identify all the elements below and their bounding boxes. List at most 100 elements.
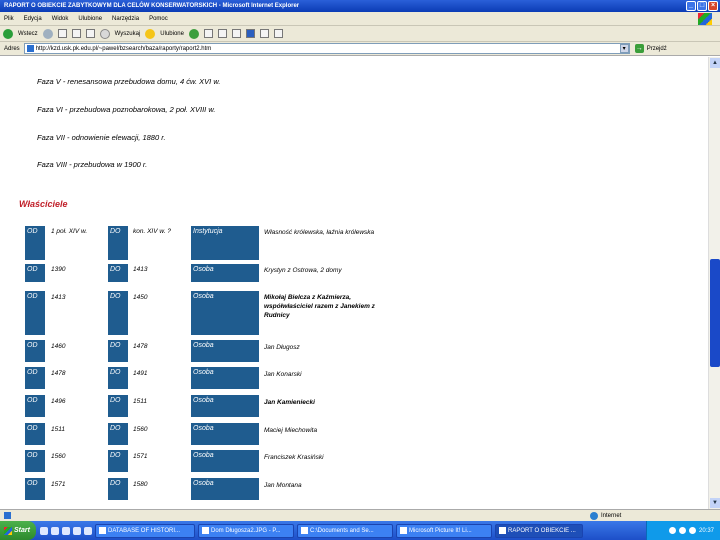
window-icon — [99, 527, 106, 534]
od-label: OD — [25, 367, 45, 389]
od-label: OD — [25, 423, 45, 445]
menu-tools[interactable]: Narzędzia — [112, 16, 139, 22]
address-input[interactable]: http://kzd.usk.pk.edu.pl/~pawel/bzsearch… — [23, 43, 630, 54]
taskbar-item-label: DATABASE OF HISTORI... — [108, 527, 181, 534]
tray-icon[interactable] — [678, 527, 686, 534]
zone-label: Internet — [601, 512, 622, 519]
tray-icon[interactable] — [668, 527, 676, 534]
maximize-button[interactable]: □ — [697, 1, 707, 11]
print-icon[interactable] — [231, 29, 241, 38]
browser-window: RAPORT O OBIEKCIE ZABYTKOWYM DLA CELÓW K… — [0, 0, 720, 540]
do-label: DO — [108, 291, 128, 335]
do-value: 1511 — [133, 398, 147, 405]
favorites-button[interactable]: Ulubione — [160, 31, 184, 37]
back-arrow-icon[interactable] — [3, 28, 13, 39]
phase-item: Faza VII - odnowienie elewacji, 1880 r. — [37, 133, 166, 142]
taskbar-item-label: Microsoft Picture It! Li... — [409, 527, 472, 534]
taskbar-item[interactable]: Microsoft Picture It! Li... — [396, 523, 492, 538]
owner-description: Maciej Miechowita — [264, 427, 318, 434]
taskbar-item[interactable]: Dom Długosza2.JPG - P... — [198, 523, 294, 538]
owner-type: Osoba — [191, 395, 259, 417]
home-icon[interactable] — [85, 29, 95, 38]
close-button[interactable]: × — [708, 1, 718, 11]
do-label: DO — [108, 226, 128, 260]
menu-bar: Plik Edycja Widok Ulubione Narzędzia Pom… — [0, 12, 720, 26]
od-label: OD — [25, 291, 45, 335]
taskbar-item-active[interactable]: RAPORT O OBIEKCIE ... — [495, 523, 583, 538]
menu-file[interactable]: Plik — [4, 16, 14, 22]
refresh-icon[interactable] — [71, 29, 81, 38]
ie-icon[interactable] — [40, 526, 48, 535]
minimize-button[interactable]: _ — [686, 1, 696, 11]
stop-icon[interactable] — [57, 29, 67, 38]
messenger-icon[interactable] — [273, 29, 283, 38]
owner-description: Jan Kamieniecki — [264, 399, 315, 406]
back-button[interactable]: Wstecz — [18, 31, 38, 37]
media-player-icon[interactable] — [62, 526, 70, 535]
desktop-icon[interactable] — [51, 526, 59, 535]
mail-icon[interactable] — [73, 526, 81, 535]
od-value: 1460 — [51, 343, 66, 350]
windows-flag-icon — [4, 526, 12, 535]
do-label: DO — [108, 367, 128, 389]
do-value: 1478 — [133, 343, 148, 350]
go-button[interactable]: → Przejdź — [634, 44, 667, 53]
taskbar-item-label: Dom Długosza2.JPG - P... — [211, 527, 281, 534]
window-title: RAPORT O OBIEKCIE ZABYTKOWYM DLA CELÓW K… — [4, 3, 300, 9]
od-label: OD — [25, 340, 45, 362]
scroll-down-icon[interactable]: ▼ — [710, 498, 720, 508]
menu-edit[interactable]: Edycja — [24, 16, 42, 22]
tray-icon[interactable] — [688, 527, 696, 534]
title-bar: RAPORT O OBIEKCIE ZABYTKOWYM DLA CELÓW K… — [0, 0, 720, 12]
do-label: DO — [108, 423, 128, 445]
od-label: OD — [25, 264, 45, 282]
owner-type: Osoba — [191, 340, 259, 362]
menu-favorites[interactable]: Ulubione — [78, 16, 102, 22]
status-bar: Internet — [0, 509, 720, 521]
scroll-thumb[interactable] — [710, 259, 720, 367]
od-label: OD — [25, 395, 45, 417]
od-value: 1413 — [51, 294, 66, 301]
do-value: 1560 — [133, 426, 148, 433]
od-value: 1560 — [51, 453, 66, 460]
history-icon[interactable] — [203, 29, 213, 38]
search-icon[interactable] — [99, 28, 110, 39]
start-button[interactable]: Start — [0, 521, 36, 540]
taskbar-item[interactable]: DATABASE OF HISTORI... — [95, 523, 195, 538]
owner-description: Jan Montana — [264, 482, 302, 489]
owners-heading: Właściciele — [19, 199, 68, 209]
address-url: http://kzd.usk.pk.edu.pl/~pawel/bzsearch… — [35, 45, 212, 52]
taskbar: Start DATABASE OF HISTORI... Dom Długosz… — [0, 521, 720, 540]
chevron-down-icon[interactable]: ▾ — [619, 44, 629, 53]
system-tray: 20:37 — [646, 521, 720, 540]
menu-help[interactable]: Pomoc — [149, 16, 168, 22]
vertical-scrollbar[interactable]: ▲ ▼ — [708, 57, 720, 509]
owner-description: Mikołaj Bielcza z Kaźmierza, współwłaści… — [264, 294, 375, 319]
do-label: DO — [108, 450, 128, 472]
discuss-icon[interactable] — [259, 29, 269, 38]
favorites-star-icon[interactable] — [145, 28, 156, 39]
owner-type: Instytucja — [191, 226, 259, 260]
menu-view[interactable]: Widok — [52, 16, 69, 22]
owner-type: Osoba — [191, 423, 259, 445]
folder-icon[interactable] — [84, 526, 92, 535]
mail-icon[interactable] — [217, 29, 227, 38]
page-content: Faza V - renesansowa przebudowa domu, 4 … — [0, 57, 708, 509]
folder-icon — [301, 527, 308, 534]
owner-type: Osoba — [191, 478, 259, 500]
go-label: Przejdź — [646, 45, 667, 52]
media-icon[interactable] — [188, 28, 199, 39]
forward-arrow-icon[interactable] — [42, 28, 53, 39]
toolbar: Wstecz Wyszukaj Ulubione — [0, 26, 720, 42]
windows-logo-icon — [698, 13, 712, 25]
taskbar-item[interactable]: C:\Documents and Se... — [297, 523, 393, 538]
od-value: 1 poł. XIV w. — [51, 228, 88, 235]
od-value: 1478 — [51, 370, 66, 377]
page-done-icon — [4, 512, 11, 519]
scroll-up-icon[interactable]: ▲ — [710, 58, 720, 68]
owner-type: Osoba — [191, 264, 259, 282]
search-button[interactable]: Wyszukaj — [115, 31, 141, 37]
word-edit-icon[interactable] — [245, 29, 255, 38]
clock[interactable]: 20:37 — [699, 528, 714, 534]
address-label: Adres — [4, 45, 20, 52]
